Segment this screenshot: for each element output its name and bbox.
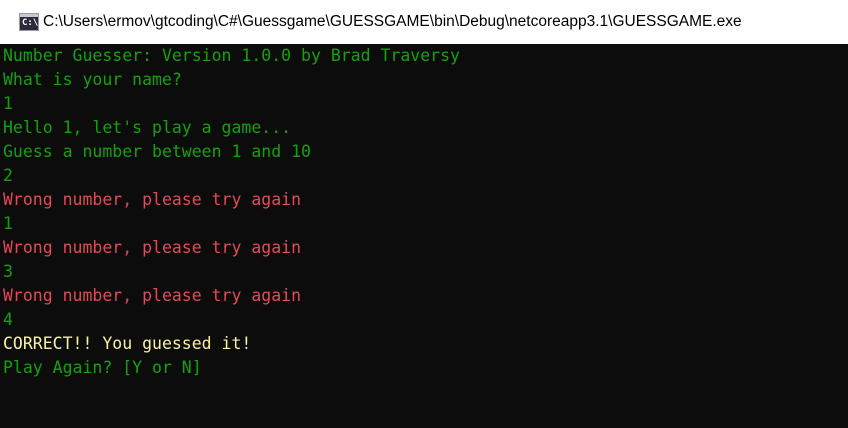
- console-window: C:\ C:\Users\ermov\gtcoding\C#\Guessgame…: [0, 0, 848, 428]
- console-app-icon: C:\: [19, 13, 39, 31]
- window-title: C:\Users\ermov\gtcoding\C#\Guessgame\GUE…: [43, 13, 742, 30]
- console-line-guess-input: 2: [3, 166, 13, 185]
- console-line-wrong: Wrong number, please try again: [3, 286, 302, 305]
- console-line-name-input: 1: [3, 94, 13, 113]
- console-line-name-prompt: What is your name?: [3, 70, 182, 89]
- console-line-banner: Number Guesser: Version 1.0.0 by Brad Tr…: [3, 46, 460, 65]
- console-line-greeting: Hello 1, let's play a game...: [3, 118, 292, 137]
- console-output[interactable]: Number Guesser: Version 1.0.0 by Brad Tr…: [0, 44, 848, 428]
- icon-bar: [20, 14, 38, 17]
- console-line-guess-prompt: Guess a number between 1 and 10: [3, 142, 311, 161]
- console-line-wrong: Wrong number, please try again: [3, 190, 302, 209]
- console-line-wrong: Wrong number, please try again: [3, 238, 302, 257]
- console-line-guess-input: 4: [3, 310, 13, 329]
- console-line-guess-input: 3: [3, 262, 13, 281]
- console-line-play-again-prompt: Play Again? [Y or N]: [3, 358, 202, 377]
- console-line-correct: CORRECT!! You guessed it!: [3, 334, 252, 353]
- icon-glyph: C:\: [22, 18, 39, 28]
- title-bar[interactable]: C:\ C:\Users\ermov\gtcoding\C#\Guessgame…: [0, 0, 848, 44]
- console-line-guess-input: 1: [3, 214, 13, 233]
